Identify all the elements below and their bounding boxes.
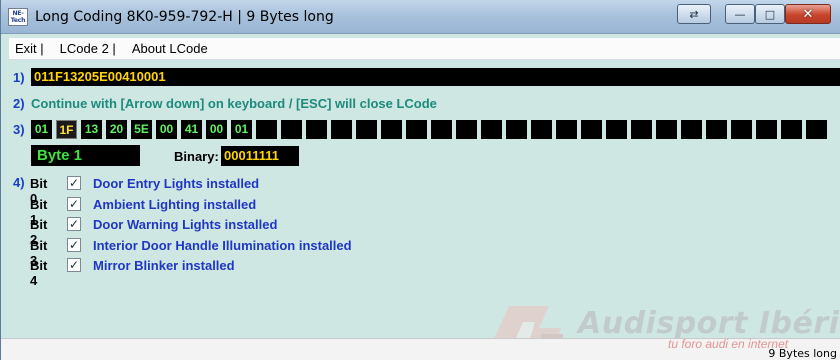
byte-cell[interactable] [456, 120, 477, 139]
step-4-label: 4) [13, 175, 25, 190]
bit-checkbox[interactable]: ✓ [67, 176, 81, 190]
binary-value-field: 00011111 [221, 146, 299, 166]
instruction-text: Continue with [Arrow down] on keyboard /… [31, 96, 437, 111]
byte-value: 5E [134, 122, 149, 136]
byte-cell[interactable] [356, 120, 377, 139]
step-2-label: 2) [13, 96, 25, 111]
byte-value: 41 [184, 122, 199, 136]
byte-cell[interactable] [756, 120, 777, 139]
title-bar[interactable]: NE-Tech Long Coding 8K0-959-792-H | 9 By… [1, 0, 840, 34]
byte-cell[interactable] [506, 120, 527, 139]
checkmark-icon: ✓ [69, 217, 80, 231]
binary-value: 00011111 [224, 148, 279, 163]
byte-cell[interactable] [281, 120, 302, 139]
watermark-subtitle: tu foro audi en internet [668, 337, 789, 351]
byte-value: 13 [84, 122, 99, 136]
byte-cell[interactable] [631, 120, 652, 139]
hex-coding-value: 011F13205E00410001 [34, 69, 166, 84]
byte-cell[interactable]: 1F [56, 120, 77, 139]
byte-cell[interactable] [681, 120, 702, 139]
watermark-title: Audisport Ibérica [578, 306, 840, 341]
bit-checkbox[interactable]: ✓ [67, 196, 81, 211]
window-title: Long Coding 8K0-959-792-H | 9 Bytes long [35, 9, 334, 25]
resize-icon: ⇄ [689, 7, 699, 21]
byte-cell[interactable] [306, 120, 327, 139]
checkmark-icon: ✓ [69, 258, 80, 272]
byte-cell[interactable]: 01 [231, 120, 252, 139]
hex-coding-field[interactable]: 011F13205E00410001 [31, 68, 840, 86]
byte-cell[interactable] [331, 120, 352, 139]
byte-cell[interactable] [406, 120, 427, 139]
byte-value: 01 [234, 122, 249, 136]
byte-label: Byte 1 [31, 145, 140, 166]
menu-lcode2[interactable]: LCode 2 | [60, 41, 116, 56]
byte-cell[interactable]: 13 [81, 120, 102, 139]
byte-value: 20 [109, 122, 124, 136]
byte-cell[interactable] [481, 120, 502, 139]
byte-cell[interactable] [731, 120, 752, 139]
byte-cell[interactable] [431, 120, 452, 139]
maximize-button[interactable]: □ [755, 4, 785, 24]
menu-bar: Exit | LCode 2 | About LCode [9, 38, 840, 60]
byte-cell[interactable]: 00 [206, 120, 227, 139]
byte-cell[interactable] [256, 120, 277, 139]
checkmark-icon: ✓ [69, 237, 80, 252]
bit-description: Interior Door Handle Illumination instal… [93, 237, 352, 253]
byte-cells: 01 1F 13 20 5E 00 41 00 01 [31, 120, 831, 139]
byte-cell[interactable] [656, 120, 677, 139]
close-button[interactable]: ✕ [785, 4, 831, 24]
bit-checkbox[interactable]: ✓ [67, 258, 81, 272]
app-icon[interactable]: NE-Tech [8, 8, 28, 26]
checkmark-icon: ✓ [69, 196, 80, 211]
byte-cell[interactable] [556, 120, 577, 139]
byte-value: 00 [159, 122, 174, 136]
byte-cell[interactable] [706, 120, 727, 139]
bit-description: Mirror Blinker installed [93, 258, 235, 273]
byte-cell[interactable] [606, 120, 627, 139]
byte-cell[interactable] [381, 120, 402, 139]
binary-label: Binary: [174, 149, 219, 164]
close-icon: ✕ [802, 6, 814, 22]
byte-value: 01 [34, 122, 49, 136]
bit-description: Door Warning Lights installed [93, 217, 278, 232]
bit-checkbox[interactable]: ✓ [67, 217, 81, 231]
byte-cell[interactable] [806, 120, 827, 139]
byte-cell[interactable] [531, 120, 552, 139]
byte-cell[interactable] [581, 120, 602, 139]
byte-cell[interactable]: 5E [131, 120, 152, 139]
checkmark-icon: ✓ [69, 176, 80, 190]
byte-cell[interactable] [781, 120, 802, 139]
menu-exit[interactable]: Exit | [15, 41, 44, 56]
byte-label-text: Byte 1 [37, 147, 83, 164]
maximize-icon: □ [764, 7, 776, 21]
minimize-icon: — [734, 7, 746, 21]
byte-cell[interactable]: 20 [106, 120, 127, 139]
step-3-label: 3) [13, 122, 25, 137]
step-1-label: 1) [13, 70, 25, 85]
resize-button[interactable]: ⇄ [677, 4, 711, 24]
byte-value: 1F [59, 123, 74, 137]
bit-description: Door Entry Lights installed [93, 176, 260, 191]
bit-description: Ambient Lighting installed [93, 196, 257, 212]
byte-value: 00 [209, 122, 224, 136]
bit-checkbox[interactable]: ✓ [67, 237, 81, 252]
byte-cell[interactable]: 41 [181, 120, 202, 139]
byte-cell[interactable]: 01 [31, 120, 52, 139]
menu-about[interactable]: About LCode [132, 41, 208, 56]
byte-cell[interactable]: 00 [156, 120, 177, 139]
lcode-window: NE-Tech Long Coding 8K0-959-792-H | 9 By… [0, 0, 840, 360]
bit-label: Bit 4 [30, 258, 48, 288]
minimize-button[interactable]: — [725, 4, 755, 24]
